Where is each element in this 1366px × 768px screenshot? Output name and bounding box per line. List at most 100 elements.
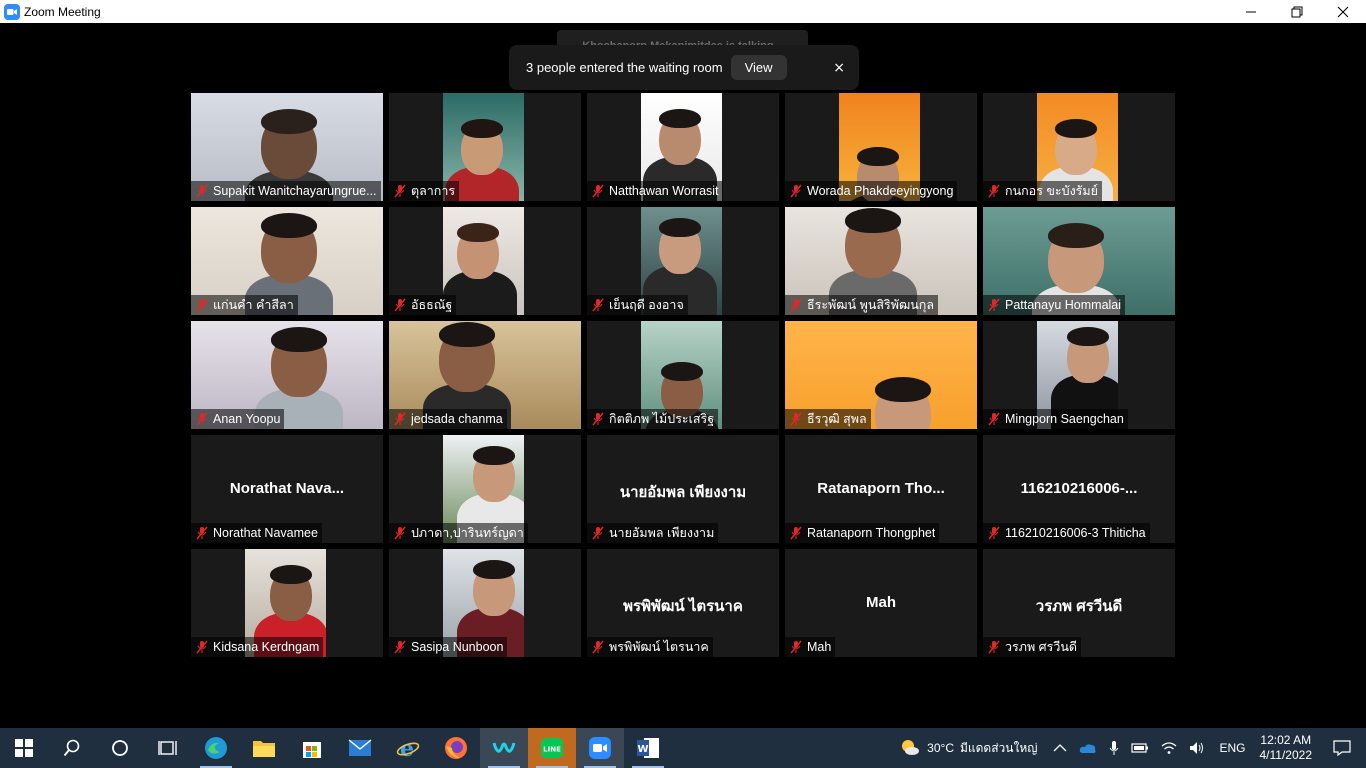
participant-name: 116210216006-3 Thiticha <box>1005 526 1146 540</box>
participant-tile[interactable]: ตุลาการ <box>389 93 581 201</box>
participant-tile[interactable]: ธีรวุฒิ สุพล <box>785 321 977 429</box>
clock[interactable]: 12:02 AM 4/11/2022 <box>1260 733 1313 763</box>
muted-microphone-icon <box>592 298 604 312</box>
muted-microphone-icon <box>988 412 1000 426</box>
battery-icon[interactable] <box>1131 742 1149 754</box>
participant-name: Ratanaporn Thongphet <box>807 526 936 540</box>
start-icon[interactable] <box>0 728 48 768</box>
participant-name: Norathat Navamee <box>213 526 318 540</box>
participant-tile[interactable]: Norathat Nava... Norathat Navamee <box>191 435 383 543</box>
participant-name-label: jedsada chanma <box>389 409 507 429</box>
wifi-icon[interactable] <box>1161 741 1177 755</box>
microphone-icon[interactable] <box>1109 740 1119 756</box>
participant-name-label: ธีระพัฒน์ พูนสิริพัฒนกุล <box>785 295 939 315</box>
participant-tile[interactable]: Sasipa Nunboon <box>389 549 581 657</box>
participant-tile[interactable]: Kidsana Kerdngam <box>191 549 383 657</box>
input-language[interactable]: ENG <box>1219 741 1245 755</box>
internet-explorer-icon[interactable]: e <box>384 728 432 768</box>
participant-name-label: Norathat Navamee <box>191 523 322 543</box>
muted-microphone-icon <box>790 640 802 654</box>
restore-button[interactable] <box>1274 0 1320 23</box>
participant-tile[interactable]: อัธธณัฐ <box>389 207 581 315</box>
participant-name-label: ธีรวุฒิ สุพล <box>785 409 871 429</box>
minimize-button[interactable] <box>1228 0 1274 23</box>
line-icon[interactable]: LINE <box>528 728 576 768</box>
firefox-icon[interactable] <box>432 728 480 768</box>
participant-tile[interactable]: Mingporn Saengchan <box>983 321 1175 429</box>
participant-tile[interactable]: Anan Yoopu <box>191 321 383 429</box>
task-view-icon[interactable] <box>144 728 192 768</box>
participant-name: กิตติภพ ไม้ประเสริฐ <box>609 412 715 426</box>
zoom-icon[interactable] <box>576 728 624 768</box>
file-explorer-icon[interactable] <box>240 728 288 768</box>
participant-name: ธีรวุฒิ สุพล <box>807 412 867 426</box>
edge-icon[interactable] <box>192 728 240 768</box>
svg-text:e: e <box>400 736 414 760</box>
participant-display-name: พรพิพัฒน์ ไตรนาค <box>623 598 743 615</box>
show-hidden-icons-icon[interactable] <box>1053 743 1067 753</box>
participant-tile[interactable]: Natthawan Worrasit <box>587 93 779 201</box>
participant-tile[interactable]: วรภพ ศรวีนดี วรภพ ศรวีนดี <box>983 549 1175 657</box>
clock-date: 4/11/2022 <box>1259 748 1313 762</box>
participant-name-label: Ratanaporn Thongphet <box>785 523 940 543</box>
store-icon[interactable] <box>288 728 336 768</box>
participant-name: แก่นคำ คำสีลา <box>213 298 294 312</box>
muted-microphone-icon <box>394 412 406 426</box>
cortana-icon[interactable] <box>96 728 144 768</box>
participant-name-label: อัธธณัฐ <box>389 295 457 315</box>
participant-name-label: Mingporn Saengchan <box>983 409 1128 429</box>
participant-tile[interactable]: ปภาดา,ปารินทร์ญดา <box>389 435 581 543</box>
participant-name-label: กิตติภพ ไม้ประเสริฐ <box>587 409 719 429</box>
participant-tile[interactable]: jedsada chanma <box>389 321 581 429</box>
participant-name-label: Worada Phakdeeyingyong <box>785 181 958 201</box>
webex-icon[interactable] <box>480 728 528 768</box>
participant-name: Natthawan Worrasit <box>609 184 719 198</box>
participant-tile[interactable]: พรพิพัฒน์ ไตรนาค พรพิพัฒน์ ไตรนาค <box>587 549 779 657</box>
windows-taskbar: e LINE W 30°C มีแดดส่วนใหญ่ ENG 12:02 AM… <box>0 728 1366 768</box>
close-notification-icon[interactable]: × <box>833 60 845 76</box>
participant-tile[interactable]: เย็นฤดี องอาจ <box>587 207 779 315</box>
muted-microphone-icon <box>988 640 1000 654</box>
close-window-button[interactable] <box>1320 0 1366 23</box>
participant-tile[interactable]: Mah Mah <box>785 549 977 657</box>
participant-name: นายอัมพล เพียงงาม <box>609 526 715 540</box>
participant-tile[interactable]: Worada Phakdeeyingyong <box>785 93 977 201</box>
muted-microphone-icon <box>394 640 406 654</box>
participant-name-label: Sasipa Nunboon <box>389 637 508 657</box>
onedrive-icon[interactable] <box>1079 742 1097 754</box>
participant-display-name: Ratanaporn Tho... <box>817 480 945 497</box>
word-icon[interactable]: W <box>624 728 672 768</box>
view-waiting-room-button[interactable]: View <box>730 55 787 80</box>
weather-icon[interactable] <box>899 737 921 760</box>
participant-name-label: กนกอร ขะบังรัมย์ <box>983 181 1102 201</box>
participant-name-label: Supakit Wanitchayarungrue... <box>191 181 381 201</box>
participant-tile[interactable]: แก่นคำ คำสีลา <box>191 207 383 315</box>
muted-microphone-icon <box>592 184 604 198</box>
participant-name: Mah <box>807 640 832 654</box>
participant-name-label: Pattanayu Hommalai <box>983 295 1126 315</box>
participant-tile[interactable]: ธีระพัฒน์ พูนสิริพัฒนกุล <box>785 207 977 315</box>
participant-name-label: เย็นฤดี องอาจ <box>587 295 688 315</box>
participant-tile[interactable]: Supakit Wanitchayarungrue... <box>191 93 383 201</box>
muted-microphone-icon <box>988 526 1000 540</box>
muted-microphone-icon <box>790 412 802 426</box>
participant-tile[interactable]: กนกอร ขะบังรัมย์ <box>983 93 1175 201</box>
participant-tile[interactable]: Pattanayu Hommalai <box>983 207 1175 315</box>
volume-icon[interactable] <box>1189 741 1205 755</box>
search-icon[interactable] <box>48 728 96 768</box>
action-center-icon[interactable] <box>1318 740 1366 756</box>
weather-temperature[interactable]: 30°C <box>927 741 954 755</box>
participant-name: Supakit Wanitchayarungrue... <box>213 184 377 198</box>
mail-icon[interactable] <box>336 728 384 768</box>
participant-name: Pattanayu Hommalai <box>1005 298 1122 312</box>
participant-tile[interactable]: Ratanaporn Tho... Ratanaporn Thongphet <box>785 435 977 543</box>
participant-name: กนกอร ขะบังรัมย์ <box>1005 184 1098 198</box>
muted-microphone-icon <box>394 184 406 198</box>
participant-tile[interactable]: 116210216006-... 116210216006-3 Thiticha <box>983 435 1175 543</box>
weather-description[interactable]: มีแดดส่วนใหญ่ <box>960 739 1038 758</box>
gallery-grid: Supakit Wanitchayarungrue... ตุลาการ Natth… <box>191 93 1175 657</box>
participant-tile[interactable]: นายอัมพล เพียงงาม นายอัมพล เพียงงาม <box>587 435 779 543</box>
muted-microphone-icon <box>394 526 406 540</box>
svg-text:LINE: LINE <box>543 746 561 754</box>
participant-tile[interactable]: กิตติภพ ไม้ประเสริฐ <box>587 321 779 429</box>
